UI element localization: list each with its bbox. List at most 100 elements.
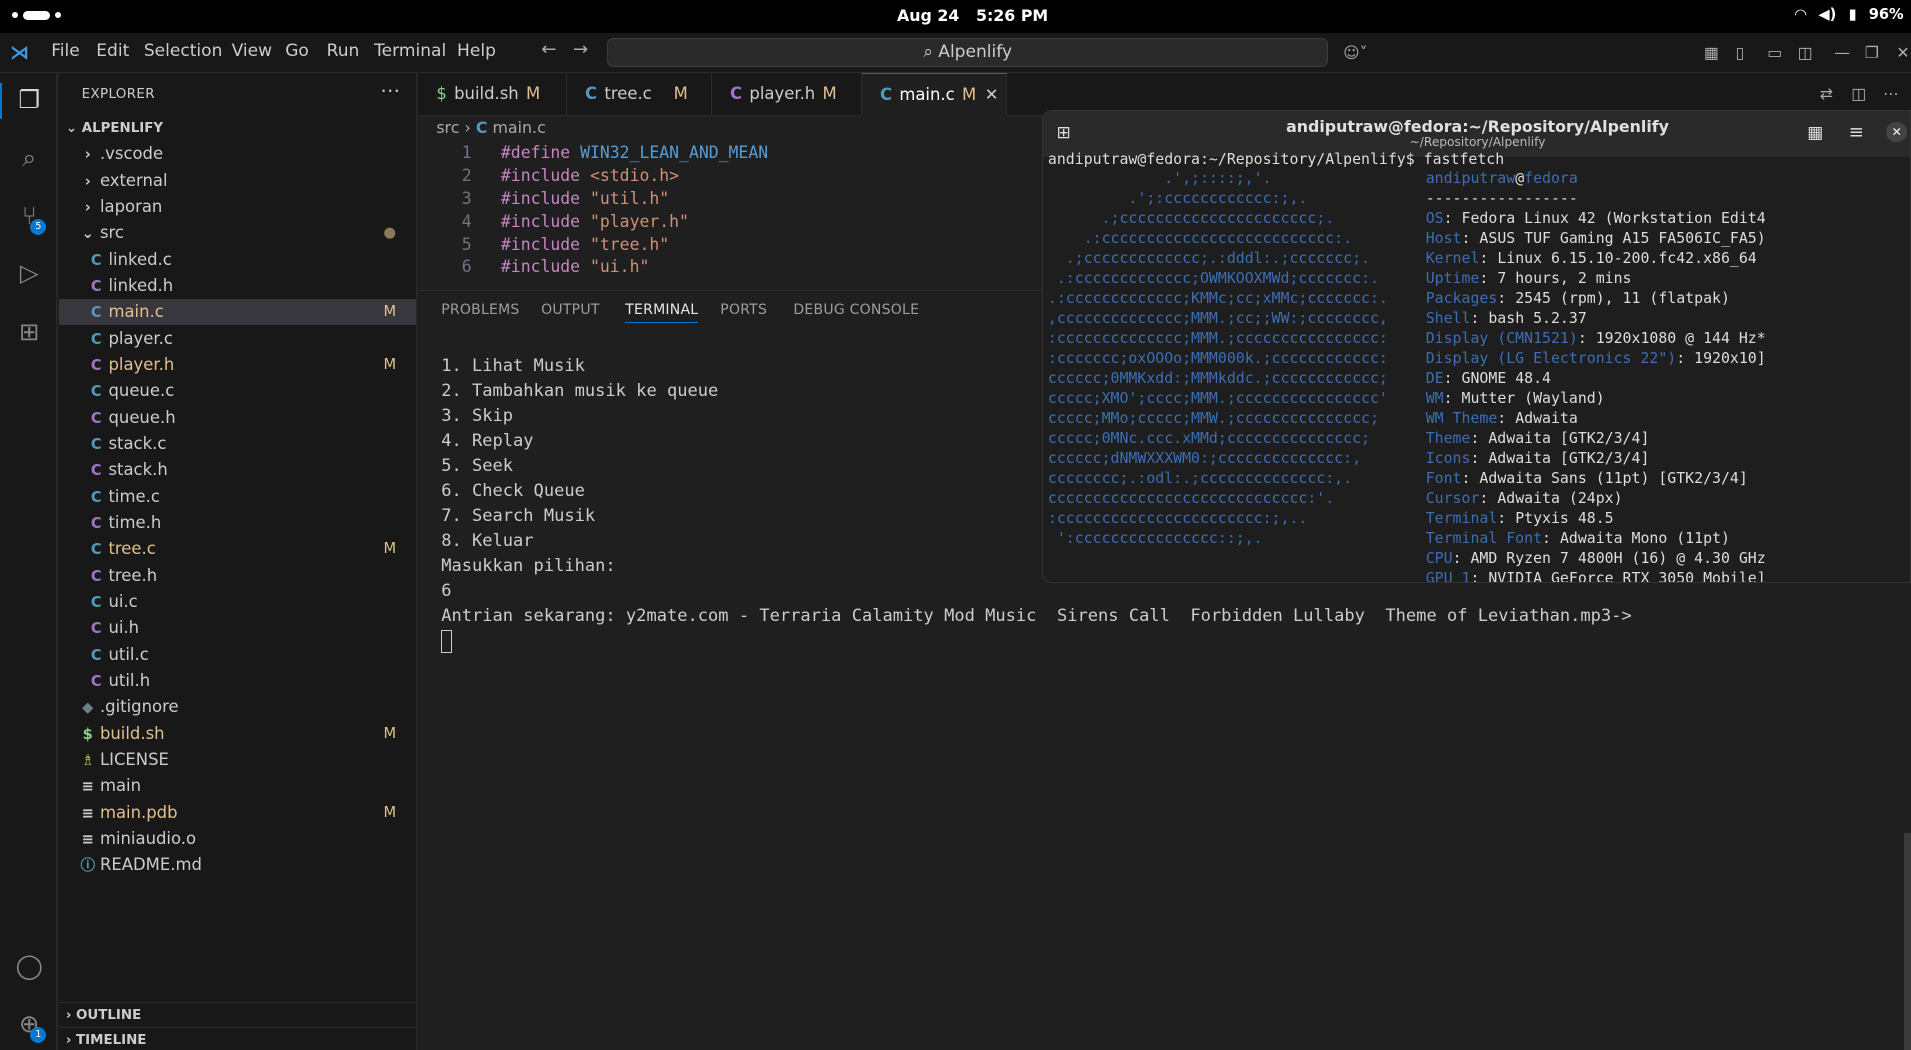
tree-item[interactable]: ≡ main <box>59 773 416 799</box>
menu-run[interactable]: Run <box>327 41 360 61</box>
ff-value: bash 5.2.37 <box>1488 309 1587 328</box>
menu-selection[interactable]: Selection <box>144 41 223 61</box>
tree-item[interactable]: Clinked.h <box>59 273 416 299</box>
tree-item[interactable]: › .vscode <box>59 141 416 167</box>
tree-item[interactable]: ≡ miniaudio.o <box>59 826 416 852</box>
toggle-secondary-sidebar-icon[interactable]: ◫ <box>1798 43 1813 62</box>
ff-value: NVIDIA GeForce RTX 3050 Mobile] <box>1488 568 1766 583</box>
tree-item[interactable]: Cplayer.c <box>59 326 416 352</box>
tree-item[interactable]: › laporan <box>59 194 416 220</box>
tab-ports[interactable]: PORTS <box>720 302 767 318</box>
folder-closed-icon: › <box>84 199 91 217</box>
workspace-indicator[interactable] <box>12 10 61 20</box>
menu-edit[interactable]: Edit <box>96 41 129 61</box>
tree-item[interactable]: Cstack.h <box>59 457 416 483</box>
fastfetch-row: WM: Mutter (Wayland) <box>1425 389 1605 408</box>
ff-value: 2545 (rpm), 11 (flatpak) <box>1515 289 1730 308</box>
tab-problems[interactable]: PROBLEMS <box>441 302 519 318</box>
tab-terminal[interactable]: TERMINAL <box>625 302 699 323</box>
tab-debug-console[interactable]: DEBUG CONSOLE <box>793 302 919 318</box>
close-window-icon[interactable]: ✕ <box>1896 43 1909 62</box>
tab-overview-icon[interactable]: ▦ <box>1807 123 1823 143</box>
menu-terminal[interactable]: Terminal <box>374 41 446 61</box>
forward-arrow-icon[interactable]: → <box>573 39 588 60</box>
logo-line: .:cccccccccccccccccccccccccc:. <box>1047 229 1353 248</box>
h-file-icon: C <box>90 278 102 295</box>
ff-key: Cursor <box>1425 488 1480 507</box>
system-status-area[interactable]: ◠ ◀) ▮ 96% <box>1795 6 1904 23</box>
tree-item[interactable]: $ build.sh M <box>59 721 416 747</box>
tree-item[interactable]: Cmain.c M <box>58 299 416 325</box>
tree-item[interactable]: Clinked.c <box>59 247 416 273</box>
timeline-section[interactable]: › TIMELINE <box>58 1027 416 1050</box>
tree-item[interactable]: ◆ .gitignore <box>59 694 416 720</box>
ff-key: OS <box>1425 209 1444 228</box>
toggle-sidebar-icon[interactable]: ▯ <box>1736 43 1745 62</box>
h-file-icon: C <box>730 84 743 104</box>
tab-player-h[interactable]: Cplayer.h M <box>712 73 862 116</box>
tree-item-label: ui.c <box>108 591 138 611</box>
command-center-search[interactable]: ⌕ Alpenlify <box>606 37 1329 68</box>
system-clock[interactable]: Aug 24 5:26 PM <box>897 6 1048 25</box>
tree-item[interactable]: ♗ LICENSE <box>59 747 416 773</box>
explorer-icon[interactable]: ❐ <box>13 85 45 117</box>
close-tab-icon[interactable]: ✕ <box>985 85 999 104</box>
tree-item[interactable]: Cutil.c <box>59 642 416 668</box>
tree-item[interactable]: Cstack.c <box>59 431 416 457</box>
tab-tree-c[interactable]: Ctree.c M <box>567 73 712 116</box>
account-icon[interactable]: ◯ <box>13 951 45 983</box>
tree-item[interactable]: Cplayer.h M <box>59 352 416 378</box>
outline-section[interactable]: › OUTLINE <box>58 1001 416 1028</box>
tree-item[interactable]: ⓘ README.md <box>59 852 416 878</box>
compare-changes-icon[interactable]: ⇄ <box>1820 84 1833 103</box>
minimize-icon[interactable]: — <box>1834 43 1850 62</box>
tab-output[interactable]: OUTPUT <box>541 302 600 318</box>
back-arrow-icon[interactable]: ← <box>541 39 556 60</box>
breadcrumb-folder[interactable]: src <box>436 118 459 137</box>
logo-line: ccccc;MMo;ccccc;MMW.;ccccccccccccccc; <box>1047 409 1379 428</box>
restore-icon[interactable]: ❐ <box>1865 43 1879 62</box>
tree-item-label: laporan <box>99 197 163 217</box>
tree-item[interactable]: Cqueue.h <box>59 405 416 431</box>
ff-value: AMD Ryzen 7 4800H (16) @ 4.30 GHz <box>1470 548 1766 567</box>
more-actions-icon[interactable]: ⋯ <box>380 79 400 102</box>
terminal-scrollbar[interactable] <box>1903 833 1911 1050</box>
tree-item[interactable]: Cutil.h <box>59 668 416 694</box>
tree-item[interactable]: Ctree.h <box>59 563 416 589</box>
tree-item[interactable]: Ctree.c M <box>59 536 416 562</box>
editor-more-icon[interactable]: ⋯ <box>1883 84 1899 103</box>
ptyxis-terminal-window[interactable]: ⊞ andiputraw@fedora:~/Repository/Alpenli… <box>1042 109 1911 583</box>
fastfetch-row: Theme: Adwaita [GTK2/3/4] <box>1425 429 1650 448</box>
hamburger-menu-icon[interactable]: ≡ <box>1849 122 1864 143</box>
menu-view[interactable]: View <box>232 41 272 61</box>
toggle-panel-icon[interactable]: ▭ <box>1767 43 1782 62</box>
tree-item[interactable]: ⌄ src ● <box>59 220 416 246</box>
ff-key: Terminal Font <box>1425 528 1543 547</box>
customize-layout-icon[interactable]: ▦ <box>1704 43 1719 62</box>
tree-item[interactable]: Cui.h <box>59 615 416 641</box>
menu-file[interactable]: File <box>51 41 80 61</box>
tree-item[interactable]: Ctime.c <box>59 484 416 510</box>
ff-key: WM Theme <box>1425 409 1498 428</box>
split-editor-icon[interactable]: ◫ <box>1851 84 1866 103</box>
search-icon: ⌕ <box>923 41 939 62</box>
workspace-root[interactable]: ⌄ ALPENLIFY <box>59 116 416 142</box>
extensions-icon[interactable]: ⊞ <box>13 317 45 349</box>
tree-item[interactable]: Cqueue.c <box>59 378 416 404</box>
date-label: Aug 24 <box>897 6 960 26</box>
tree-item[interactable]: › external <box>59 168 416 194</box>
tree-item[interactable]: ≡ main.pdb M <box>59 800 416 826</box>
menu-go[interactable]: Go <box>285 41 309 61</box>
tree-item[interactable]: Cui.c <box>59 589 416 615</box>
logo-line: :ccccccc;oxOOOo;MMM000k.;cccccccccccc: <box>1047 349 1388 368</box>
line-number: 3 <box>461 188 472 208</box>
breadcrumb-file[interactable]: main.c <box>493 118 546 137</box>
tree-item[interactable]: Ctime.h <box>59 510 416 536</box>
menu-help[interactable]: Help <box>457 41 496 61</box>
tab-main-c[interactable]: Cmain.c M ✕ <box>861 73 1007 116</box>
tree-item-label: util.c <box>108 644 149 664</box>
run-debug-icon[interactable]: ▷ <box>13 258 45 290</box>
copilot-icon[interactable]: ☺˅ <box>1343 43 1367 62</box>
search-view-icon[interactable]: ⌕ <box>13 143 45 175</box>
tab-build-sh[interactable]: $ build.sh M <box>418 73 567 116</box>
